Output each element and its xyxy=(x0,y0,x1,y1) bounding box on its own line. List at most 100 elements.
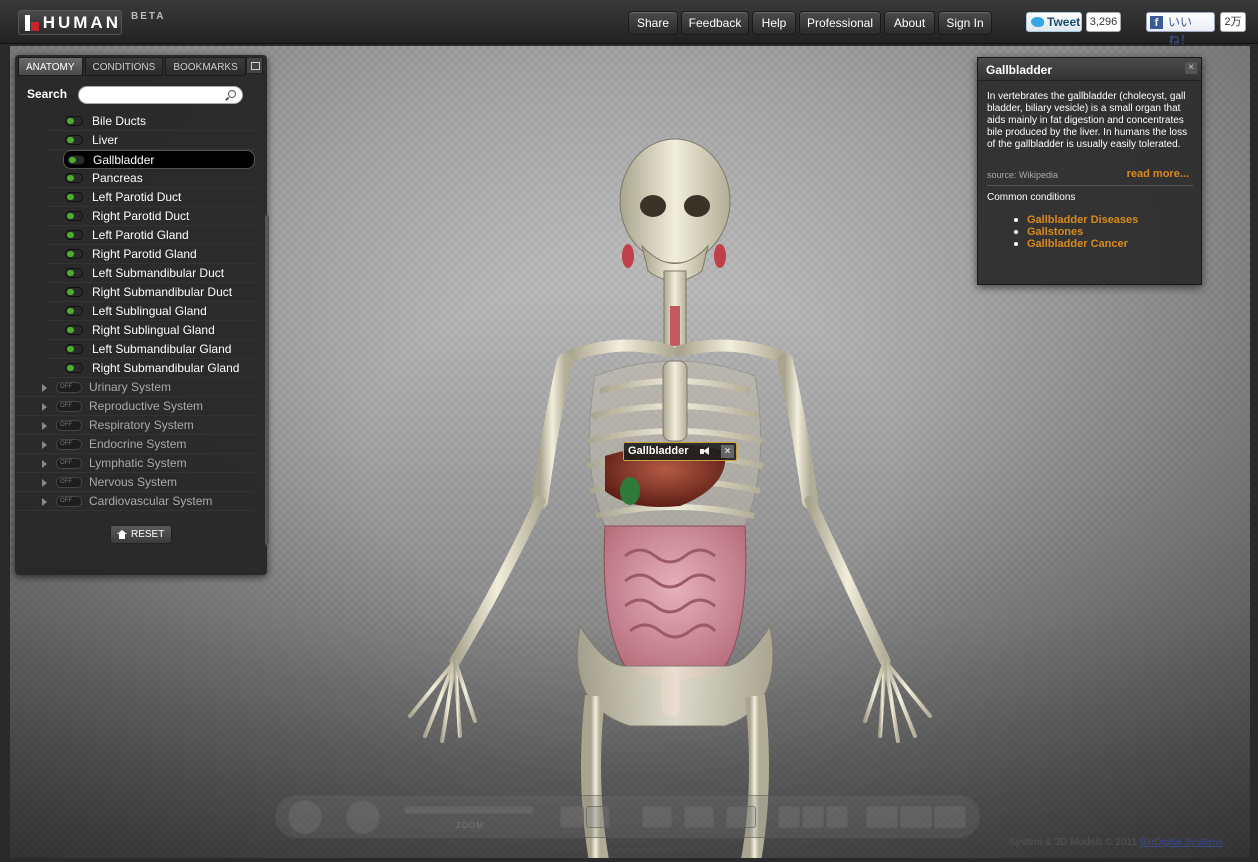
list-item-left-parotid-gland[interactable]: Left Parotid Gland xyxy=(45,226,255,245)
eraser-icon[interactable] xyxy=(726,806,756,828)
tab-bookmarks[interactable]: BOOKMARKS xyxy=(165,57,246,76)
toggle-on-icon[interactable] xyxy=(65,211,83,221)
organ-view-icon[interactable] xyxy=(934,806,966,828)
biodigital-link[interactable]: BioDigital Systems xyxy=(1140,837,1223,848)
select-tool-icon[interactable] xyxy=(560,806,584,828)
undo-icon[interactable] xyxy=(642,806,672,828)
toggle-on-icon[interactable] xyxy=(65,268,83,278)
zoom-step-icon[interactable] xyxy=(802,806,824,828)
tab-conditions[interactable]: CONDITIONS xyxy=(84,57,164,76)
copyright-footer: System & 3D Models © 2011 BioDigital Sys… xyxy=(1009,837,1223,848)
toggle-on-icon[interactable] xyxy=(65,192,83,202)
divider xyxy=(987,185,1193,186)
list-item-right-submandibular-duct[interactable]: Right Submandibular Duct xyxy=(45,283,255,302)
list-item-right-parotid-gland[interactable]: Right Parotid Gland xyxy=(45,245,255,264)
toggle-on-icon[interactable] xyxy=(65,306,83,316)
list-item-gallbladder[interactable]: Gallbladder xyxy=(63,150,255,169)
group-lymphatic-system[interactable]: OFF Lymphatic System xyxy=(15,454,255,473)
skeleton-model[interactable] xyxy=(380,106,940,858)
expand-arrow-icon[interactable] xyxy=(42,460,47,468)
feedback-button[interactable]: Feedback xyxy=(681,11,749,35)
search-input[interactable] xyxy=(78,86,243,104)
list-item-left-parotid-duct[interactable]: Left Parotid Duct xyxy=(45,188,255,207)
muscle-view-icon[interactable] xyxy=(900,806,932,828)
list-item-left-sublingual-gland[interactable]: Left Sublingual Gland xyxy=(45,302,255,321)
toggle-off[interactable]: OFF xyxy=(56,458,82,469)
expand-arrow-icon[interactable] xyxy=(42,384,47,392)
toggle-off[interactable]: OFF xyxy=(56,496,82,507)
toggle-on-icon[interactable] xyxy=(65,287,83,297)
help-button[interactable]: Help xyxy=(752,11,796,35)
logo-text: HUMAN xyxy=(42,12,121,32)
toggle-on-icon[interactable] xyxy=(65,173,83,183)
group-cardiovascular-system[interactable]: OFF Cardiovascular System xyxy=(15,492,255,511)
group-nervous-system[interactable]: OFF Nervous System xyxy=(15,473,255,492)
group-reproductive-system[interactable]: OFF Reproductive System xyxy=(15,397,255,416)
group-label: Lymphatic System xyxy=(89,456,187,470)
close-icon[interactable]: × xyxy=(721,445,734,458)
group-label: Endocrine System xyxy=(89,437,187,451)
toggle-on-icon[interactable] xyxy=(65,325,83,335)
list-item-liver[interactable]: Liver xyxy=(45,131,255,150)
about-button[interactable]: About xyxy=(884,11,935,35)
condition-link[interactable]: Gallbladder Cancer xyxy=(1013,238,1138,250)
toggle-on-icon[interactable] xyxy=(65,116,83,126)
list-item-label: Right Parotid Gland xyxy=(92,247,197,261)
toggle-on-icon[interactable] xyxy=(65,249,83,259)
list-item-right-parotid-duct[interactable]: Right Parotid Duct xyxy=(45,207,255,226)
expand-arrow-icon[interactable] xyxy=(42,479,47,487)
list-item-bile-ducts[interactable]: Bile Ducts xyxy=(45,112,255,131)
sign-in-button[interactable]: Sign In xyxy=(938,11,992,35)
condition-link[interactable]: Gallbladder Diseases xyxy=(1013,214,1138,226)
camera-icon[interactable] xyxy=(684,806,714,828)
tab-anatomy[interactable]: ANATOMY xyxy=(18,57,83,76)
toggle-off[interactable]: OFF xyxy=(56,439,82,450)
expand-arrow-icon[interactable] xyxy=(42,422,47,430)
group-endocrine-system[interactable]: OFF Endocrine System xyxy=(15,435,255,454)
rotate-dial-icon[interactable] xyxy=(288,800,322,834)
condition-link[interactable]: Gallstones xyxy=(1013,226,1138,238)
toggle-on-icon[interactable] xyxy=(65,344,83,354)
toggle-off[interactable]: OFF xyxy=(56,477,82,488)
toggle-on-icon[interactable] xyxy=(67,155,85,165)
close-icon[interactable]: × xyxy=(1185,62,1197,74)
panel-tabs: ANATOMY CONDITIONS BOOKMARKS xyxy=(18,57,248,77)
professional-button[interactable]: Professional xyxy=(799,11,881,35)
list-item-right-submandibular-gland[interactable]: Right Submandibular Gland xyxy=(45,359,255,378)
toggle-off[interactable]: OFF xyxy=(56,420,82,431)
plus-icon[interactable] xyxy=(826,806,848,828)
facebook-icon: f xyxy=(1150,16,1163,29)
list-item-right-sublingual-gland[interactable]: Right Sublingual Gland xyxy=(45,321,255,340)
toggle-on-icon[interactable] xyxy=(65,363,83,373)
reset-button[interactable]: RESET xyxy=(110,525,172,544)
tweet-button[interactable]: Tweet xyxy=(1026,12,1082,32)
speaker-icon[interactable] xyxy=(700,447,710,456)
toggle-on-icon[interactable] xyxy=(65,135,83,145)
search-icon[interactable] xyxy=(228,90,236,98)
minus-icon[interactable] xyxy=(778,806,800,828)
search-tool-icon[interactable] xyxy=(586,806,610,828)
facebook-like-button[interactable]: f いいね！ xyxy=(1146,12,1215,47)
toggle-off[interactable]: OFF xyxy=(56,382,82,393)
collapse-panel-icon[interactable] xyxy=(246,57,263,74)
toggle-off[interactable]: OFF xyxy=(56,401,82,412)
pan-dial-icon[interactable] xyxy=(346,800,380,834)
list-item-pancreas[interactable]: Pancreas xyxy=(45,169,255,188)
expand-arrow-icon[interactable] xyxy=(42,441,47,449)
list-scrollbar[interactable] xyxy=(265,215,269,545)
body-view-icon[interactable] xyxy=(866,806,898,828)
list-item-label: Left Submandibular Gland xyxy=(92,342,232,356)
toggle-on-icon[interactable] xyxy=(65,230,83,240)
expand-arrow-icon[interactable] xyxy=(42,498,47,506)
share-button[interactable]: Share xyxy=(628,11,678,35)
read-more-link[interactable]: read more... xyxy=(1127,168,1189,180)
structure-label-tag[interactable]: Gallbladder × xyxy=(623,442,737,461)
group-respiratory-system[interactable]: OFF Respiratory System xyxy=(15,416,255,435)
tag-label: Gallbladder xyxy=(628,445,689,457)
list-item-left-submandibular-duct[interactable]: Left Submandibular Duct xyxy=(45,264,255,283)
group-urinary-system[interactable]: OFF Urinary System xyxy=(15,378,255,397)
expand-arrow-icon[interactable] xyxy=(42,403,47,411)
zoom-slider[interactable] xyxy=(404,806,534,814)
list-item-left-submandibular-gland[interactable]: Left Submandibular Gland xyxy=(45,340,255,359)
human-logo[interactable]: HUMAN xyxy=(18,10,122,35)
